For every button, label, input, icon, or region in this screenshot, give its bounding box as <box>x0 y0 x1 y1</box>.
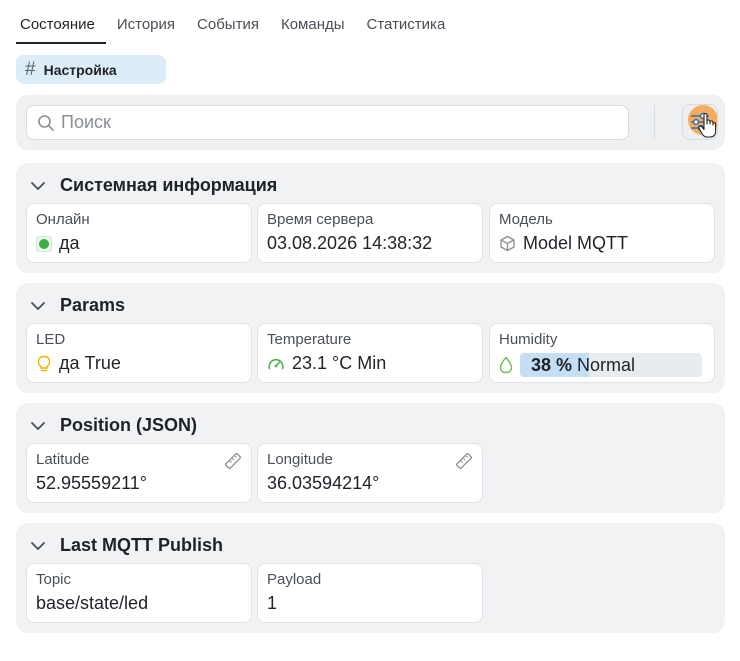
search-input[interactable] <box>61 112 601 133</box>
latitude-value: 52.95559211° <box>36 473 147 493</box>
section-last-mqtt-publish: Last MQTT Publish Topic base/state/led P… <box>16 523 725 633</box>
payload-value: 1 <box>267 593 278 613</box>
card-label: Время сервера <box>267 211 374 228</box>
drop-icon <box>499 356 513 374</box>
card-online: Онлайн да <box>26 203 252 263</box>
search-field <box>26 105 629 140</box>
ruler-icon[interactable] <box>224 452 242 470</box>
card-latitude: Latitude 52.95559211° <box>26 443 252 503</box>
card-label: Онлайн <box>36 211 90 228</box>
chevron-down-icon <box>31 301 45 310</box>
card-label: Longitude <box>267 451 333 468</box>
toolbar-divider <box>654 105 655 139</box>
card-value: base/state/led <box>36 593 148 614</box>
led-value: да True <box>59 353 121 373</box>
temperature-value: 23.1 °C Min <box>292 353 387 373</box>
humidity-status: Normal <box>577 355 636 375</box>
server-time-value: 03.08.2026 14:38:32 <box>267 233 433 253</box>
search-icon <box>38 114 54 131</box>
bulb-icon <box>37 355 51 371</box>
card-server-time: Время сервера 03.08.2026 14:38:32 <box>257 203 483 263</box>
humidity-value: 38 % <box>531 355 573 375</box>
longitude-value: 36.03594214° <box>267 473 380 493</box>
card-temperature: Temperature 23.1 °C Min <box>257 323 483 383</box>
hash-icon: # <box>25 59 36 80</box>
search-toolbar <box>16 95 725 150</box>
tab-state[interactable]: Состояние <box>16 8 106 44</box>
tab-statistics[interactable]: Статистика <box>356 8 457 44</box>
settings-chip[interactable]: # Настройка <box>16 55 166 84</box>
gauge-icon <box>268 358 284 369</box>
tab-commands[interactable]: Команды <box>270 8 356 44</box>
section-header[interactable]: Params <box>30 295 125 316</box>
card-payload: Payload 1 <box>257 563 483 623</box>
card-value: 52.95559211° <box>36 473 147 494</box>
card-value: 1 <box>267 593 277 614</box>
model-value: Model MQTT <box>523 233 629 253</box>
card-value: да True <box>36 353 121 374</box>
section-header[interactable]: Last MQTT Publish <box>30 535 223 556</box>
card-label: LED <box>36 331 66 348</box>
section-params: Params LED да True Temperature 23.1 °C M… <box>16 283 725 393</box>
tab-history[interactable]: История <box>106 8 186 44</box>
card-label: Модель <box>499 211 553 228</box>
card-label: Temperature <box>267 331 352 348</box>
card-value: 23.1 °C Min <box>267 353 386 374</box>
card-label: Topic <box>36 571 72 588</box>
tab-events[interactable]: События <box>186 8 270 44</box>
section-title: Last MQTT Publish <box>60 535 224 555</box>
card-longitude: Longitude 36.03594214° <box>257 443 483 503</box>
humidity-bar: 38 % Normal <box>520 353 702 377</box>
card-led: LED да True <box>26 323 252 383</box>
card-value: да <box>36 233 80 254</box>
status-dot-icon <box>36 235 52 252</box>
card-label: Latitude <box>36 451 90 468</box>
ruler-icon[interactable] <box>455 452 473 470</box>
hand-cursor-icon <box>698 113 717 138</box>
card-model: Модель Model MQTT <box>489 203 715 263</box>
cube-icon <box>500 235 515 252</box>
card-label: Humidity <box>499 331 558 348</box>
humidity-text: 38 % Normal <box>531 355 635 376</box>
card-value: Model MQTT <box>499 233 628 254</box>
chevron-down-icon <box>31 181 45 190</box>
settings-chip-label: Настройка <box>43 61 117 78</box>
card-humidity: Humidity 38 % Normal <box>489 323 715 383</box>
card-value: 38 % Normal <box>499 353 702 377</box>
online-value: да <box>59 233 80 253</box>
section-system-info: Системная информация Онлайн да Время сер… <box>16 163 725 273</box>
section-title: Системная информация <box>60 175 278 195</box>
chevron-down-icon <box>31 421 45 430</box>
section-title: Params <box>60 295 126 315</box>
card-value: 36.03594214° <box>267 473 379 494</box>
section-position: Position (JSON) Latitude 52.95559211° Lo… <box>16 403 725 513</box>
section-title: Position (JSON) <box>60 415 198 435</box>
card-label: Payload <box>267 571 322 588</box>
card-value: 03.08.2026 14:38:32 <box>267 233 432 254</box>
tab-bar: Состояние История События Команды Статис… <box>16 8 456 44</box>
topic-value: base/state/led <box>36 593 149 613</box>
section-header[interactable]: Системная информация <box>30 175 277 196</box>
card-topic: Topic base/state/led <box>26 563 252 623</box>
chevron-down-icon <box>31 541 45 550</box>
section-header[interactable]: Position (JSON) <box>30 415 197 436</box>
